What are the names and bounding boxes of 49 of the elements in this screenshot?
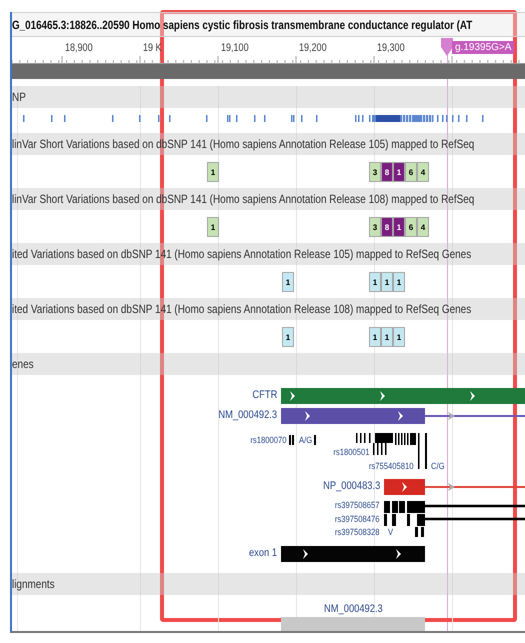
variant-label[interactable]: rs397508328 [335,527,380,537]
variant-label[interactable]: rs1800501 [334,447,370,457]
variant-count[interactable]: 4 [417,162,429,182]
variant-count[interactable]: 1 [393,327,405,347]
variant-count[interactable]: 1 [393,272,405,292]
variant-count[interactable]: 1 [282,327,294,347]
variant-count[interactable]: 1 [207,162,219,182]
transcript-bar[interactable] [281,408,425,424]
gene-bar[interactable] [281,388,525,404]
variant-count[interactable]: 1 [381,327,393,347]
variant-count[interactable]: 3 [369,162,381,182]
variant-count[interactable]: 1 [393,217,405,237]
variant-count[interactable]: 6 [405,162,417,182]
variant-label[interactable]: C/G [431,461,445,471]
variant-label[interactable]: A/G [299,435,312,445]
ruler-label: 19,300 [377,42,405,54]
gene-label[interactable]: CFTR [252,389,277,401]
sequence-title: G_016465.3:18826..20590 Homo sapiens cystic fibrosis transmembrane conductance regulator (AT [12,18,472,32]
alignment-label[interactable]: NM_000492.3 [324,603,383,615]
protein-label[interactable]: NP_000483.3 [322,480,380,492]
variant-count[interactable]: 1 [207,217,219,237]
variant-count[interactable]: 8 [381,217,393,237]
transcript-label[interactable]: NM_000492.3 [218,409,277,421]
variant-count[interactable]: 4 [417,217,429,237]
variant-count[interactable]: 6 [405,217,417,237]
track-label[interactable]: enes [12,357,34,371]
alignment-bar[interactable] [281,617,425,631]
variant-count[interactable]: 1 [381,272,393,292]
track-label[interactable]: lignments [12,577,55,591]
ruler-label: 18,900 [65,42,93,54]
variant-count[interactable]: 1 [369,272,381,292]
variant-label[interactable]: rs397508657 [335,500,380,510]
variant-count[interactable]: 8 [381,162,393,182]
variant-label[interactable]: rs397508476 [335,514,380,524]
exon-label[interactable]: exon 1 [248,547,277,559]
marker-flag-icon[interactable] [441,38,453,56]
variant-label[interactable]: rs755405810 [369,461,414,471]
variant-label[interactable]: rs1800070 [250,435,287,445]
variant-label[interactable]: V [388,527,394,537]
variant-count[interactable]: 3 [369,217,381,237]
protein-bar[interactable] [384,479,425,495]
variant-marker[interactable]: g.19395G>A [452,41,514,54]
track-label[interactable]: NP [12,90,26,104]
exon-bar[interactable] [281,546,425,562]
variant-count[interactable]: 1 [282,272,294,292]
ruler-label: 19,200 [299,42,327,54]
ruler-label: 19,100 [221,42,249,54]
variant-count[interactable]: 1 [369,327,381,347]
variant-count[interactable]: 1 [393,162,405,182]
